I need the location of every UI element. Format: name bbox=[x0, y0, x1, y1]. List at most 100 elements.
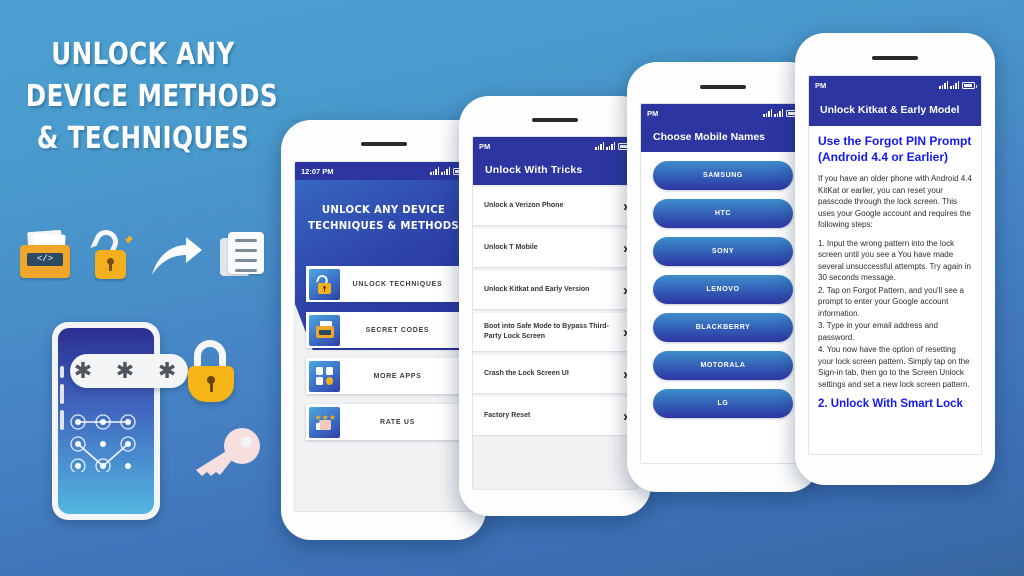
password-mask-field: ✱ ✱ ✱ bbox=[70, 354, 188, 388]
home-hero-title-line-2: TECHNIQUES & METHODS bbox=[307, 219, 460, 232]
app-bar-title: Unlock Kitkat & Early Model bbox=[820, 104, 960, 116]
earpiece-speaker bbox=[532, 118, 578, 122]
signal-bars-icon-2 bbox=[441, 167, 450, 175]
next-article-link[interactable]: 2. Unlock With Smart Lock bbox=[818, 398, 972, 410]
status-indicators bbox=[595, 142, 633, 150]
list-item[interactable]: Factory Reset › bbox=[473, 397, 637, 435]
app-bar-tricks: Unlock With Tricks bbox=[473, 155, 637, 185]
signal-bars-icon-2 bbox=[606, 142, 615, 150]
list-item[interactable]: Unlock a Verizon Phone › bbox=[473, 187, 637, 225]
tile-label-rate-us: RATE US bbox=[379, 418, 416, 426]
article-step: 1. Input the wrong pattern into the lock… bbox=[818, 238, 971, 283]
signal-bars-icon bbox=[595, 142, 604, 150]
tile-label-unlock-techniques: UNLOCK TECHNIQUES bbox=[352, 280, 443, 288]
pattern-lock-graphic bbox=[70, 414, 140, 474]
home-hero-title: UNLOCK ANY DEVICE TECHNIQUES & METHODS bbox=[302, 202, 465, 234]
decorative-icon-strip: </> bbox=[18, 225, 268, 287]
article-steps: 1. Input the wrong pattern into the lock… bbox=[818, 238, 972, 391]
brand-button-samsung[interactable]: SAMSUNG bbox=[653, 161, 793, 190]
folder-code-label: </> bbox=[27, 253, 63, 266]
signal-bars-icon bbox=[430, 167, 439, 175]
phone-screen-article: PM Unlock Kitkat & Early Model Use the F… bbox=[808, 75, 982, 455]
phone-mockup-tricks: PM Unlock With Tricks Unlock a Verizon P… bbox=[459, 96, 651, 516]
page-title: UNLOCK ANY DEVICE METHODS & TECHNIQUES bbox=[25, 34, 279, 160]
unlock-techniques-icon bbox=[309, 268, 340, 300]
tile-unlock-techniques[interactable]: UNLOCK TECHNIQUES bbox=[306, 266, 461, 302]
tile-more-apps[interactable]: MORE APPS bbox=[306, 358, 461, 394]
secret-codes-icon bbox=[309, 314, 340, 346]
brand-button-list: SAMSUNG HTC SONY LENOVO BLACKBERRY MOTOR… bbox=[641, 152, 805, 418]
article-intro: If you have an older phone with Android … bbox=[818, 174, 972, 229]
brand-button-lenovo[interactable]: LENOVO bbox=[653, 275, 793, 304]
tile-label-secret-codes: SECRET CODES bbox=[365, 326, 430, 334]
status-time: PM bbox=[815, 80, 827, 90]
signal-bars-icon bbox=[939, 81, 948, 89]
more-apps-icon bbox=[309, 360, 340, 392]
article-step: 3. Type in your email address and passwo… bbox=[818, 321, 938, 342]
list-item-label: Boot into Safe Mode to Bypass Third-Part… bbox=[484, 323, 609, 340]
brand-button-htc[interactable]: HTC bbox=[653, 199, 793, 228]
tile-secret-codes[interactable]: SECRET CODES bbox=[306, 312, 461, 348]
app-bar-title: Unlock With Tricks bbox=[485, 164, 583, 176]
list-item-label: Crash the Lock Screen UI bbox=[484, 370, 569, 377]
tricks-list: Unlock a Verizon Phone › Unlock T Mobile… bbox=[473, 185, 637, 489]
status-time: PM bbox=[647, 108, 659, 118]
app-bar-title: Choose Mobile Names bbox=[653, 131, 766, 143]
headline-line-3: & TECHNIQUES bbox=[36, 121, 250, 156]
brand-button-blackberry[interactable]: BLACKBERRY bbox=[653, 313, 793, 342]
phone-pattern-lock-illustration: ✱ ✱ ✱ bbox=[40, 318, 280, 540]
phone-screen-tricks: PM Unlock With Tricks Unlock a Verizon P… bbox=[472, 136, 638, 490]
poster-canvas: UNLOCK ANY DEVICE METHODS & TECHNIQUES <… bbox=[0, 0, 1024, 576]
list-item-label: Factory Reset bbox=[484, 412, 531, 419]
status-indicators bbox=[763, 109, 801, 117]
status-bar: PM bbox=[809, 76, 981, 94]
list-item-label: Unlock Kitkat and Early Version bbox=[484, 286, 590, 293]
list-item[interactable]: Crash the Lock Screen UI › bbox=[473, 355, 637, 393]
headline-line-1: UNLOCK ANY bbox=[51, 37, 235, 72]
signal-bars-icon-2 bbox=[950, 81, 959, 89]
status-bar: PM bbox=[641, 104, 805, 122]
earpiece-speaker bbox=[360, 142, 407, 146]
phone-screen-brands: PM Choose Mobile Names SAMSUNG HTC SONY … bbox=[640, 103, 806, 464]
battery-icon bbox=[962, 81, 977, 89]
list-item[interactable]: Unlock T Mobile › bbox=[473, 229, 637, 267]
tile-label-more-apps: MORE APPS bbox=[373, 372, 422, 380]
phone-mockup-brands: PM Choose Mobile Names SAMSUNG HTC SONY … bbox=[627, 62, 819, 492]
status-bar: PM bbox=[473, 137, 637, 155]
status-time: PM bbox=[479, 141, 491, 151]
signal-bars-icon bbox=[763, 109, 772, 117]
brand-button-lg[interactable]: LG bbox=[653, 389, 793, 418]
list-item-label: Unlock T Mobile bbox=[484, 244, 538, 251]
forward-arrow-icon bbox=[150, 235, 204, 277]
phone-screen-home: 12:07 PM UNLOCK ANY DEVICE TECHNIQUES & … bbox=[294, 161, 473, 512]
status-time: 12:07 PM bbox=[301, 166, 334, 176]
documents-icon bbox=[220, 232, 268, 280]
padlock-open-icon bbox=[188, 340, 240, 412]
article-heading: Use the Forgot PIN Prompt (Android 4.4 o… bbox=[818, 134, 972, 164]
status-bar: 12:07 PM bbox=[295, 162, 472, 180]
status-indicators bbox=[939, 81, 977, 89]
unlocked-padlock-icon bbox=[88, 226, 134, 282]
article-step: 4. You now have the option of resetting … bbox=[818, 345, 970, 389]
earpiece-speaker bbox=[700, 85, 746, 89]
key-icon bbox=[190, 426, 264, 478]
tile-rate-us[interactable]: ★★★ RATE US bbox=[306, 404, 461, 440]
list-item[interactable]: Boot into Safe Mode to Bypass Third-Part… bbox=[473, 313, 637, 351]
phone-mockup-home: 12:07 PM UNLOCK ANY DEVICE TECHNIQUES & … bbox=[281, 120, 486, 540]
app-bar-brands: Choose Mobile Names bbox=[641, 122, 805, 152]
article-step: 2. Tap on Forgot Pattern, and you'll see… bbox=[818, 285, 964, 318]
signal-bars-icon-2 bbox=[774, 109, 783, 117]
rate-us-icon: ★★★ bbox=[309, 406, 340, 438]
article-body: Use the Forgot PIN Prompt (Android 4.4 o… bbox=[809, 126, 981, 410]
earpiece-speaker bbox=[872, 56, 918, 60]
list-item-label: Unlock a Verizon Phone bbox=[484, 202, 564, 209]
list-item[interactable]: Unlock Kitkat and Early Version › bbox=[473, 271, 637, 309]
headline-line-2: DEVICE METHODS bbox=[25, 79, 279, 114]
home-menu-tiles: UNLOCK TECHNIQUES SECRET CODES MORE APPS bbox=[306, 266, 461, 450]
home-hero-title-line-1: UNLOCK ANY DEVICE bbox=[321, 203, 446, 216]
folder-code-icon: </> bbox=[18, 229, 72, 281]
brand-button-sony[interactable]: SONY bbox=[653, 237, 793, 266]
brand-button-motorala[interactable]: MOTORALA bbox=[653, 351, 793, 380]
app-bar-article: Unlock Kitkat & Early Model bbox=[809, 94, 981, 126]
phone-mockup-article: PM Unlock Kitkat & Early Model Use the F… bbox=[795, 33, 995, 485]
